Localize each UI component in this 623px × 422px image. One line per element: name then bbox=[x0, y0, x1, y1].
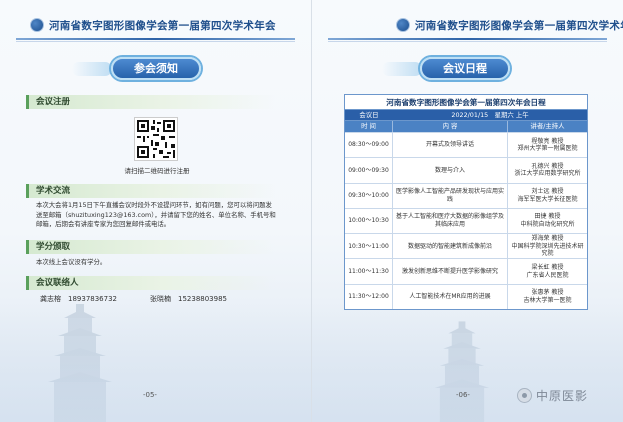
row-time: 08:30～09:00 bbox=[345, 133, 393, 158]
row-time: 10:30～11:00 bbox=[345, 234, 393, 259]
speaker-name: 梁长虹 教授 bbox=[531, 264, 564, 272]
row-content: 激发创新思维不断提升医学影像研究 bbox=[393, 259, 508, 284]
row-speaker: 张惠茅 教授 吉林大学第一医院 bbox=[508, 285, 587, 309]
table-row: 10:30～11:00 数据驱动的智能建筑新成像前沿 郑海荣 教授 中国科学院深… bbox=[345, 233, 587, 259]
row-time: 10:00～10:30 bbox=[345, 208, 393, 234]
exchange-paragraph: 本次大会将1月15日下午直播会议时段外不设提问环节，如有问题，您可以将问题发送至… bbox=[36, 201, 276, 228]
header-divider-thin bbox=[16, 41, 295, 42]
section-badge-notice: 参会须知 bbox=[111, 57, 201, 80]
col-header-content: 内 容 bbox=[393, 121, 508, 132]
badge-wing-left bbox=[72, 62, 112, 76]
speaker-name: 刘士远 教授 bbox=[531, 188, 564, 196]
section-title-credits: 学分颁取 bbox=[36, 242, 71, 252]
row-content: 医学影像人工智能产品研发现状与应用实践 bbox=[393, 183, 508, 208]
section-title-registration: 会议注册 bbox=[36, 97, 71, 107]
registration-qr-code[interactable] bbox=[134, 117, 178, 161]
row-content: 人工智能技术在MR应用的进展 bbox=[393, 284, 508, 310]
speaker-name: 田捷 教授 bbox=[534, 213, 561, 221]
speaker-name: 程敬亮 教授 bbox=[531, 137, 564, 145]
header-title: 河南省数字图形图像学会第一届第四次学术年会 bbox=[49, 19, 276, 32]
speaker-org: 浙江大学应用数学研究所 bbox=[514, 170, 581, 178]
row-content: 基于人工智能和医疗大数据的影像组学及其临床应用 bbox=[393, 208, 508, 234]
society-logo-icon bbox=[30, 18, 44, 32]
header-title: 河南省数字图形图像学会第一届第四次学术年会 bbox=[415, 19, 623, 32]
page-header: 河南省数字图形图像学会第一届第四次学术年会 bbox=[396, 14, 623, 36]
qr-caption: 请扫描二维码进行注册 bbox=[124, 167, 190, 175]
row-content: 开幕式及领导讲话 bbox=[393, 133, 508, 158]
section-accent bbox=[26, 240, 29, 254]
row-time: 09:00～09:30 bbox=[345, 158, 393, 183]
col-header-time: 时 间 bbox=[345, 121, 393, 132]
table-row: 11:00～11:30 激发创新思维不断提升医学影像研究 梁长虹 教授 广东省人… bbox=[345, 258, 587, 284]
table-row: 08:30～09:00 开幕式及领导讲话 程敬亮 教授 郑州大学第一附属医院 bbox=[345, 132, 587, 158]
date-value: 2022/01/15 星期六 上午 bbox=[451, 111, 529, 119]
section-registration-bar: 会议注册 bbox=[26, 95, 276, 109]
speaker-name: 郑海荣 教授 bbox=[531, 234, 564, 242]
row-speaker: 孔德兴 教授 浙江大学应用数学研究所 bbox=[508, 158, 587, 182]
header-divider-thin bbox=[328, 41, 607, 42]
bottom-haze bbox=[312, 302, 623, 422]
speaker-org: 吉林大学第一医院 bbox=[523, 296, 572, 304]
row-speaker: 梁长虹 教授 广东省人民医院 bbox=[508, 259, 587, 283]
row-time: 11:30～12:00 bbox=[345, 284, 393, 310]
header-divider bbox=[16, 38, 295, 40]
schedule-table: 河南省数字图形图像学会第一届第四次年会日程 会议日 2022/01/15 星期六… bbox=[344, 94, 588, 311]
row-speaker: 郑海荣 教授 中国科学院深圳先进技术研究院 bbox=[508, 234, 587, 258]
page-number: -05- bbox=[143, 391, 157, 399]
speaker-name: 张惠茅 教授 bbox=[531, 289, 564, 297]
table-row: 09:30～10:00 医学影像人工智能产品研发现状与应用实践 刘士远 教授 海… bbox=[345, 182, 587, 208]
speaker-org: 郑州大学第一附属医院 bbox=[517, 145, 578, 153]
page-number: -06- bbox=[456, 391, 470, 399]
row-speaker: 田捷 教授 中科院自动化研究所 bbox=[508, 209, 587, 233]
row-content: 数理与介入 bbox=[393, 158, 508, 183]
schedule-title: 河南省数字图形图像学会第一届第四次年会日程 bbox=[345, 95, 587, 110]
section-title-exchange: 学术交流 bbox=[36, 186, 71, 196]
section-accent bbox=[26, 276, 29, 290]
bottom-haze bbox=[0, 302, 311, 422]
col-header-speaker: 讲者/主持人 bbox=[530, 122, 565, 130]
contact-1: 龚志榕 18937836732 bbox=[40, 295, 117, 303]
right-page: 河南省数字图形图像学会第一届第四次学术年会 会议日程 河南省数字图形图像学会第一… bbox=[312, 0, 623, 422]
row-content: 数据驱动的智能建筑新成像前沿 bbox=[393, 234, 508, 259]
row-speaker: 程敬亮 教授 郑州大学第一附属医院 bbox=[508, 133, 587, 157]
left-page: 河南省数字图形图像学会第一届第四次学术年会 参会须知 会议注册 请扫描二维码进行… bbox=[0, 0, 311, 422]
contact-2: 张晓楠 15238803985 bbox=[150, 295, 227, 303]
schedule-header-row: 时 间 内 容 讲者/主持人 bbox=[345, 121, 587, 132]
date-label: 会议日 bbox=[359, 111, 379, 119]
society-logo-icon bbox=[396, 18, 410, 32]
section-title-contacts: 会议联络人 bbox=[36, 278, 79, 288]
section-contacts-bar: 会议联络人 bbox=[26, 276, 276, 290]
schedule-date-row: 会议日 2022/01/15 星期六 上午 bbox=[345, 110, 587, 121]
speaker-org: 中科院自动化研究所 bbox=[520, 221, 575, 229]
section-accent bbox=[26, 184, 29, 198]
speaker-org: 广东省人民医院 bbox=[526, 271, 569, 279]
section-badge-schedule: 会议日程 bbox=[420, 57, 510, 80]
header-divider bbox=[328, 38, 607, 40]
table-row: 11:30～12:00 人工智能技术在MR应用的进展 张惠茅 教授 吉林大学第一… bbox=[345, 283, 587, 310]
table-row: 10:00～10:30 基于人工智能和医疗大数据的影像组学及其临床应用 田捷 教… bbox=[345, 207, 587, 234]
badge-wing-left bbox=[382, 62, 422, 76]
source-watermark: 中原医影 bbox=[517, 387, 588, 404]
credits-paragraph: 本次线上会议没有学分。 bbox=[36, 258, 107, 266]
section-credits-bar: 学分颁取 bbox=[26, 240, 276, 254]
row-time: 11:00～11:30 bbox=[345, 259, 393, 284]
speaker-org: 中国科学院深圳先进技术研究院 bbox=[511, 242, 584, 258]
wechat-logo-icon bbox=[517, 388, 532, 403]
row-speaker: 刘士远 教授 海军军医大学长征医院 bbox=[508, 184, 587, 208]
page-header: 河南省数字图形图像学会第一届第四次学术年会 bbox=[30, 14, 276, 36]
table-row: 09:00～09:30 数理与介入 孔德兴 教授 浙江大学应用数学研究所 bbox=[345, 157, 587, 183]
section-exchange-bar: 学术交流 bbox=[26, 184, 276, 198]
watermark-text: 中原医影 bbox=[536, 389, 589, 403]
row-time: 09:30～10:00 bbox=[345, 183, 393, 208]
speaker-org: 海军军医大学长征医院 bbox=[517, 195, 578, 203]
section-accent bbox=[26, 95, 29, 109]
